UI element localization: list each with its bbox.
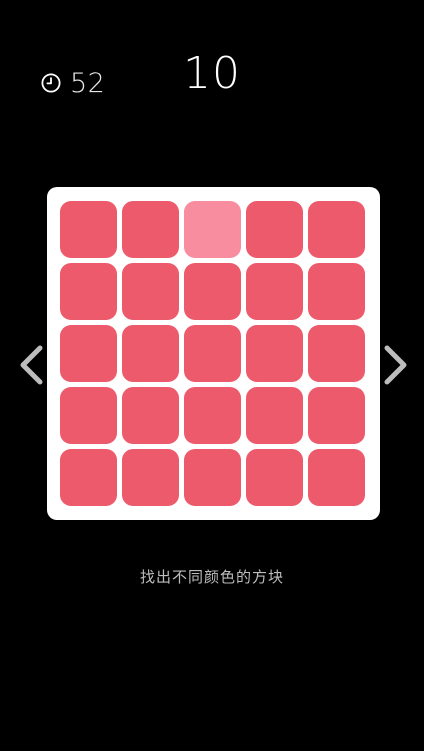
- tile[interactable]: [308, 387, 365, 444]
- tile[interactable]: [308, 263, 365, 320]
- tile[interactable]: [184, 325, 241, 382]
- tile[interactable]: [122, 325, 179, 382]
- chevron-left-icon[interactable]: [16, 343, 46, 387]
- tile[interactable]: [122, 449, 179, 506]
- tile[interactable]: [246, 449, 303, 506]
- score: 10: [183, 48, 241, 99]
- tile[interactable]: [122, 387, 179, 444]
- tile[interactable]: [60, 449, 117, 506]
- odd-tile[interactable]: [184, 201, 241, 258]
- instruction-text: 找出不同颜色的方块: [139, 568, 284, 586]
- tile[interactable]: [246, 201, 303, 258]
- tile[interactable]: [184, 449, 241, 506]
- tile[interactable]: [308, 201, 365, 258]
- tile[interactable]: [246, 263, 303, 320]
- tile[interactable]: [60, 325, 117, 382]
- game-board: [47, 187, 380, 520]
- tile[interactable]: [60, 387, 117, 444]
- tile[interactable]: [246, 387, 303, 444]
- tile[interactable]: [60, 201, 117, 258]
- tile[interactable]: [184, 387, 241, 444]
- tile[interactable]: [246, 325, 303, 382]
- tile[interactable]: [184, 263, 241, 320]
- tile-grid: [60, 201, 367, 508]
- chevron-right-icon[interactable]: [381, 343, 411, 387]
- tile[interactable]: [308, 325, 365, 382]
- tile[interactable]: [122, 263, 179, 320]
- tile[interactable]: [308, 449, 365, 506]
- tile[interactable]: [122, 201, 179, 258]
- tile[interactable]: [60, 263, 117, 320]
